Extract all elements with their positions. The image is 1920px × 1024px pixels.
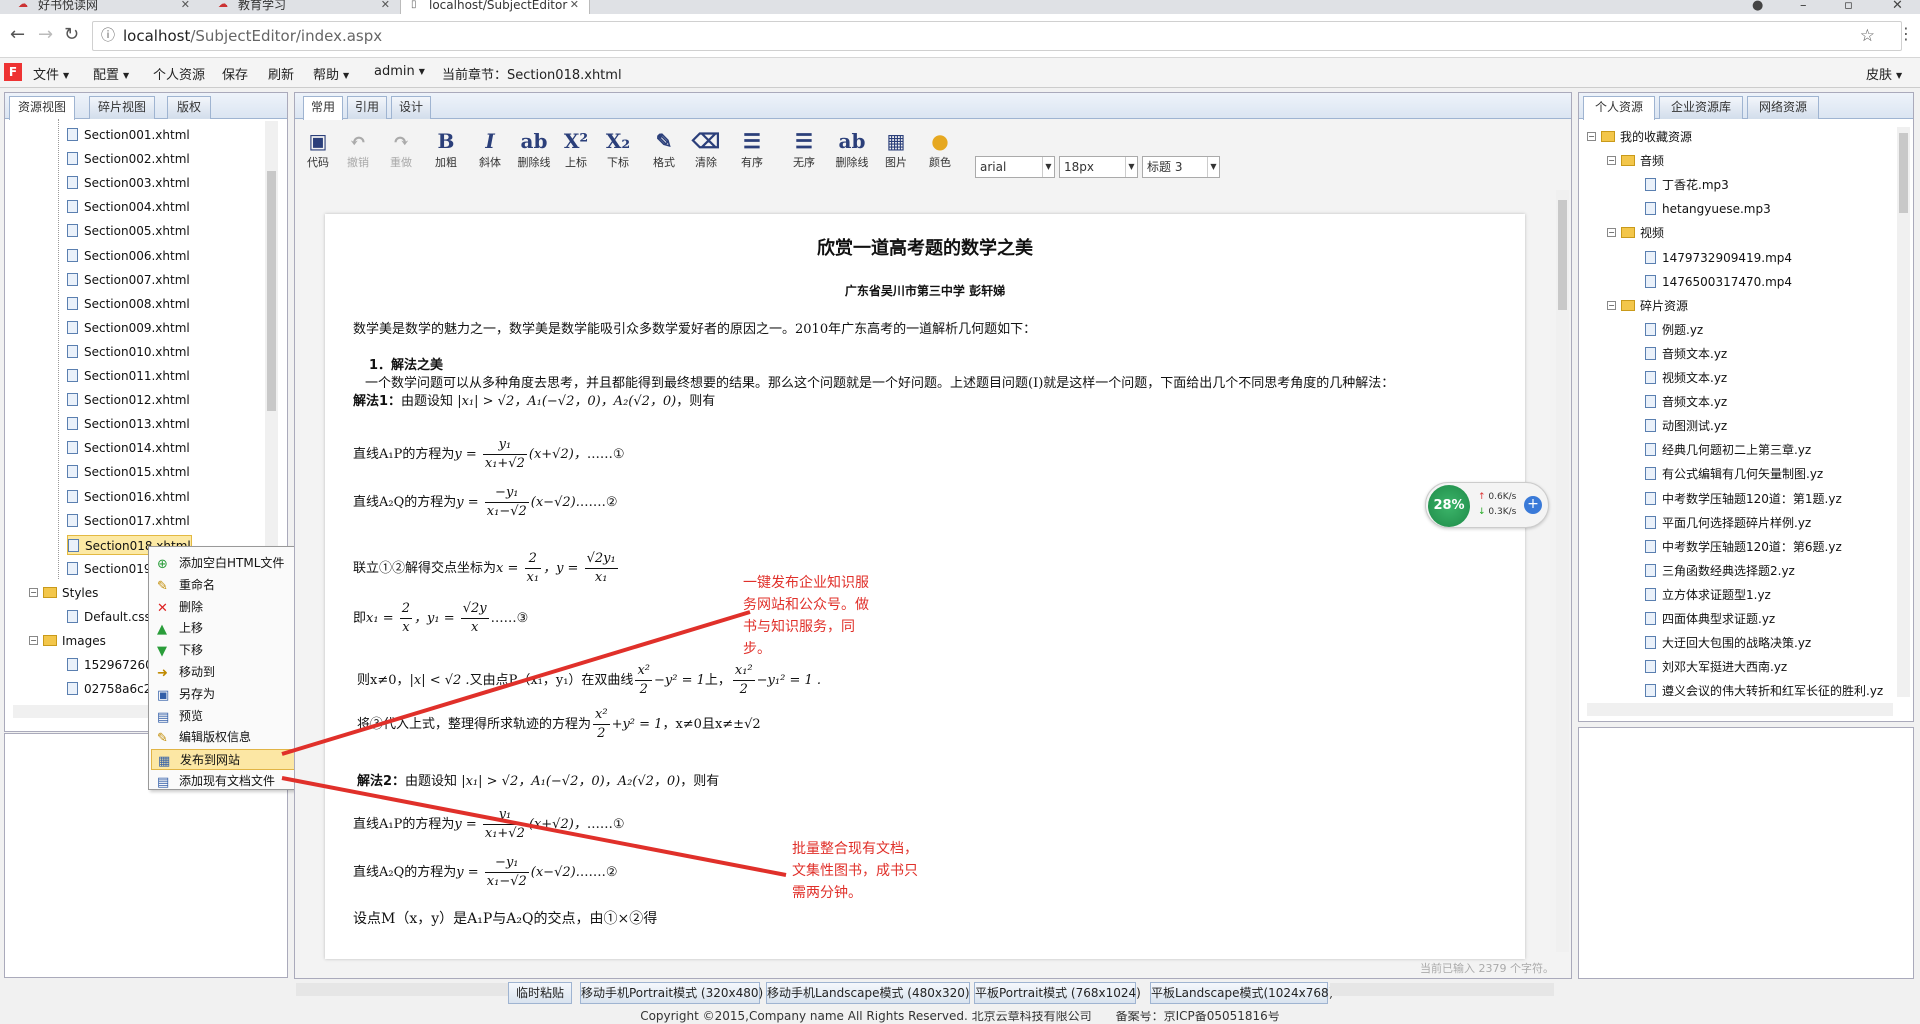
annotation-line: 一键发布企业知识服	[743, 575, 869, 591]
arrow-line-publish	[281, 610, 751, 756]
annotation-arrows	[281, 610, 787, 877]
arrow-line-import	[281, 776, 787, 877]
annotation-import: 批量整合现有文档， 文集性图书，成书只 需两分钟。	[792, 838, 918, 904]
annotation-line: 批量整合现有文档，	[792, 841, 918, 857]
annotation-publish: 一键发布企业知识服 务网站和公众号。做 书与知识服务，同 步。	[743, 572, 869, 660]
annotation-line: 需两分钟。	[792, 885, 862, 901]
annotation-line: 步。	[743, 641, 771, 657]
footer: Copyright ©2015,Company name All Rights …	[640, 1011, 1280, 1023]
annotation-line: 务网站和公众号。做	[743, 597, 869, 613]
annotation-line: 书与知识服务，同	[743, 619, 855, 635]
annotation-line: 文集性图书，成书只	[792, 863, 918, 879]
